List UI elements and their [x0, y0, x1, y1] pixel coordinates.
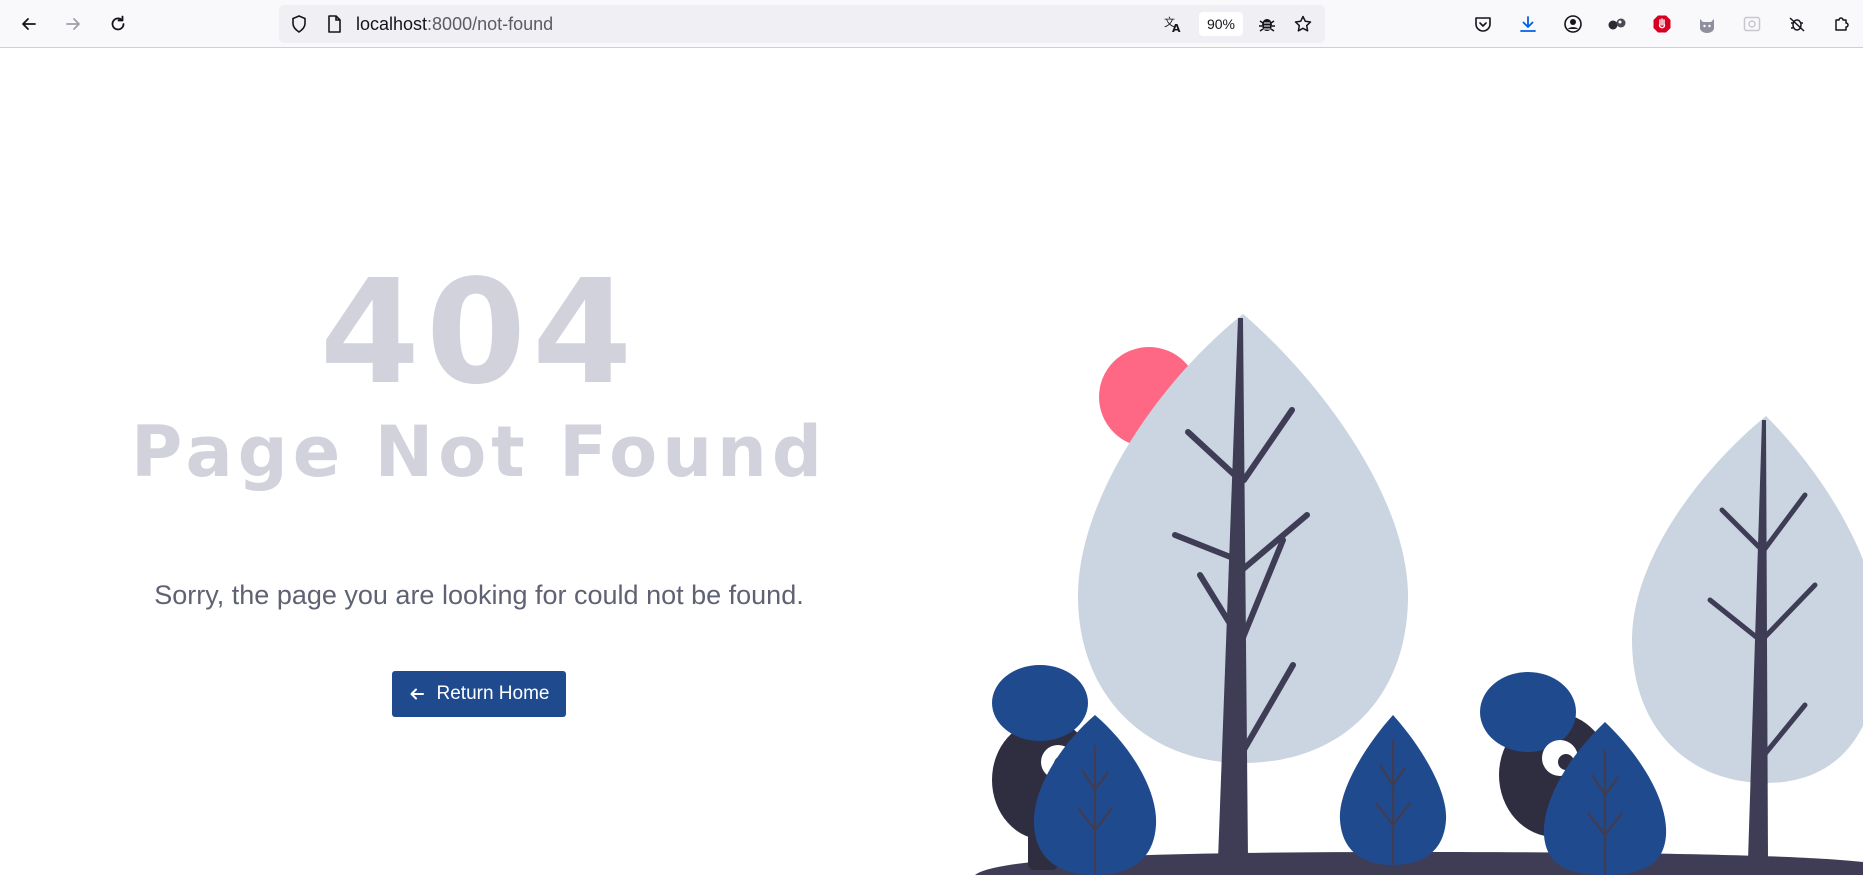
arrow-left-icon: [22, 18, 36, 30]
bug-crossed-extension-icon: [1789, 17, 1805, 32]
return-home-label: Return Home: [436, 683, 550, 704]
download-icon: [1520, 16, 1536, 32]
extensions-menu-button[interactable]: [1826, 8, 1858, 40]
pocket-button[interactable]: [1467, 8, 1499, 40]
screenshot-extension-icon: [1743, 16, 1761, 32]
forward-button[interactable]: [57, 8, 89, 40]
svg-text:A: A: [1172, 22, 1181, 34]
url-path: :8000/not-found: [427, 14, 554, 34]
account-icon: [1564, 15, 1582, 33]
right-tree-leaf: [1632, 416, 1863, 783]
browser-toolbar: localhost:8000/not-found 文A 90%: [0, 0, 1863, 48]
address-bar[interactable]: localhost:8000/not-found 文A 90%: [279, 5, 1325, 43]
reload-icon: [111, 15, 125, 31]
left-creature-hat: [992, 665, 1088, 741]
extension-button-5[interactable]: [1781, 8, 1813, 40]
shield-icon[interactable]: [289, 14, 309, 34]
error-title: Page Not Found: [131, 411, 827, 493]
translate-icon[interactable]: 文A: [1163, 14, 1183, 34]
url-host: localhost: [356, 14, 428, 34]
glasses-extension-icon: [1608, 18, 1626, 30]
page-icon[interactable]: [324, 14, 344, 34]
account-button[interactable]: [1557, 8, 1589, 40]
reload-button[interactable]: [102, 8, 134, 40]
zoom-level-badge[interactable]: 90%: [1199, 12, 1243, 36]
puzzle-icon: [1835, 17, 1849, 31]
error-code: 404: [319, 248, 639, 416]
extension-button-1[interactable]: [1601, 8, 1633, 40]
arrow-right-icon: [66, 18, 80, 30]
bug-icon[interactable]: [1257, 14, 1277, 34]
url-text[interactable]: localhost:8000/not-found: [356, 14, 553, 35]
extension-button-2[interactable]: [1646, 8, 1678, 40]
cat-extension-icon: [1700, 19, 1714, 33]
right-creature-hat: [1480, 672, 1576, 752]
extension-button-3[interactable]: [1691, 8, 1723, 40]
error-message: Sorry, the page you are looking for coul…: [154, 580, 804, 610]
pocket-icon: [1475, 17, 1491, 32]
downloads-button[interactable]: [1512, 8, 1544, 40]
forest-illustration: [975, 314, 1863, 875]
extension-button-4[interactable]: [1736, 8, 1768, 40]
return-home-button[interactable]: Return Home: [392, 671, 566, 717]
star-icon[interactable]: [1293, 14, 1313, 34]
back-button[interactable]: [13, 8, 45, 40]
stop-hand-extension-icon: [1653, 15, 1671, 33]
arrow-left-icon: [410, 688, 424, 700]
